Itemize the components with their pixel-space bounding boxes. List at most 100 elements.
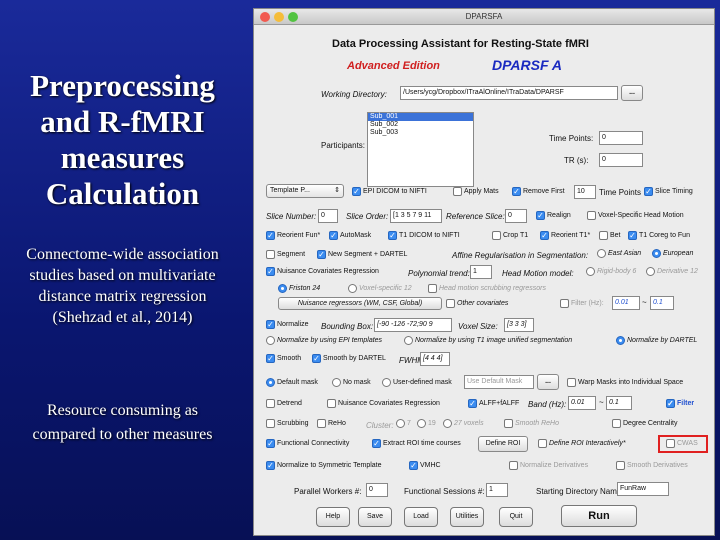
voxel-specific-radio[interactable]: Voxel-specific 12 bbox=[348, 284, 412, 293]
define-roi-button[interactable]: Define ROI bbox=[478, 436, 528, 452]
new-segment-checkbox[interactable]: ✓ New Segment + DARTEL bbox=[317, 250, 407, 259]
cluster-19-radio[interactable]: 19 bbox=[417, 419, 436, 428]
mask-path-input[interactable]: Use Default Mask bbox=[464, 375, 534, 389]
smooth-checkbox[interactable]: ✓ Smooth bbox=[266, 354, 301, 363]
european-radio[interactable]: European bbox=[652, 249, 693, 258]
slice-timing-checkbox[interactable]: ✓ Slice Timing bbox=[644, 187, 693, 196]
realign-checkbox[interactable]: ✓ Realign bbox=[536, 211, 571, 220]
scrubbing-checkbox[interactable]: Scrubbing bbox=[266, 419, 309, 428]
radio-label: East Asian bbox=[608, 250, 642, 257]
user-mask-radio[interactable]: User-defined mask bbox=[382, 378, 452, 387]
tr-input[interactable]: 0 bbox=[599, 153, 643, 167]
nuisance-checkbox[interactable]: ✓ Nuisance Covariates Regression bbox=[266, 267, 379, 276]
warp-masks-checkbox[interactable]: Warp Masks into Individual Space bbox=[567, 378, 683, 387]
voxel-motion-checkbox[interactable]: Voxel-Specific Head Motion bbox=[587, 211, 684, 220]
normalize-epi-radio[interactable]: Normalize by using EPI templates bbox=[266, 336, 382, 345]
zoom-icon[interactable] bbox=[288, 12, 298, 22]
nuisance2-checkbox[interactable]: Nuisance Covariates Regression bbox=[327, 399, 440, 408]
list-item[interactable]: Sub_001 bbox=[368, 113, 473, 121]
reho-checkbox[interactable]: ReHo bbox=[317, 419, 346, 428]
band-high-input[interactable]: 0.1 bbox=[606, 396, 632, 410]
normalize-derivatives-checkbox[interactable]: Normalize Derivatives bbox=[509, 461, 588, 470]
run-button[interactable]: Run bbox=[561, 505, 637, 527]
smooth-dartel-checkbox[interactable]: ✓ Smooth by DARTEL bbox=[312, 354, 386, 363]
friston-radio[interactable]: Friston 24 bbox=[278, 284, 320, 293]
bet-checkbox[interactable]: Bet bbox=[599, 231, 621, 240]
smooth-reho-checkbox[interactable]: Smooth ReHo bbox=[504, 419, 559, 428]
derivative-radio[interactable]: Derivative 12 bbox=[646, 267, 698, 276]
check-icon: ✓ bbox=[329, 231, 338, 240]
segment-checkbox[interactable]: Segment bbox=[266, 250, 305, 259]
voxel-size-input[interactable]: [3 3 3] bbox=[504, 318, 534, 332]
bounding-box-input[interactable]: [-90 -126 -72;90 9 bbox=[374, 318, 452, 332]
east-asian-radio[interactable]: East Asian bbox=[597, 249, 641, 258]
no-mask-radio[interactable]: No mask bbox=[332, 378, 371, 387]
normalize-dartel-radio[interactable]: Normalize by DARTEL bbox=[616, 336, 697, 345]
normalize-t1-radio[interactable]: Normalize by using T1 image unified segm… bbox=[404, 336, 572, 345]
check-icon: ✓ bbox=[266, 439, 275, 448]
checkbox-label: Head motion scrubbing regressors bbox=[439, 285, 546, 292]
normalize-checkbox[interactable]: ✓ Normalize bbox=[266, 320, 309, 329]
voxel-size-label: Voxel Size: bbox=[458, 322, 498, 331]
functional-sessions-input[interactable]: 1 bbox=[486, 483, 508, 497]
remove-first-checkbox[interactable]: ✓ Remove First bbox=[512, 187, 565, 196]
quit-button[interactable]: Quit bbox=[499, 507, 533, 527]
utilities-button[interactable]: Utilities bbox=[450, 507, 484, 527]
reorient-fun-checkbox[interactable]: ✓ Reorient Fun* bbox=[266, 231, 320, 240]
cluster-7-radio[interactable]: 7 bbox=[396, 419, 411, 428]
slice-order-input[interactable]: [1 3 5 7 9 11 bbox=[390, 209, 442, 223]
save-button[interactable]: Save bbox=[358, 507, 392, 527]
close-icon[interactable] bbox=[260, 12, 270, 22]
checkbox-label: Smooth by DARTEL bbox=[323, 355, 386, 362]
working-dir-browse-button[interactable]: ... bbox=[621, 85, 643, 101]
radio-icon bbox=[417, 419, 426, 428]
check-icon: ✓ bbox=[666, 399, 675, 408]
list-item[interactable]: Sub_002 bbox=[368, 121, 473, 129]
template-select[interactable]: Template P... ⇕ bbox=[266, 184, 344, 198]
reference-slice-input[interactable]: 0 bbox=[505, 209, 527, 223]
filter-low-input[interactable]: 0.01 bbox=[612, 296, 640, 310]
cluster-27-radio[interactable]: 27 voxels bbox=[443, 419, 484, 428]
mask-browse-button[interactable]: ... bbox=[537, 374, 559, 390]
t1-dicom-checkbox[interactable]: ✓ T1 DICOM to NIFTI bbox=[388, 231, 460, 240]
rigid-body-radio[interactable]: Rigid-body 6 bbox=[586, 267, 636, 276]
detrend-checkbox[interactable]: Detrend bbox=[266, 399, 302, 408]
smooth-derivatives-checkbox[interactable]: Smooth Derivatives bbox=[616, 461, 688, 470]
reorient-t1-checkbox[interactable]: ✓ Reorient T1* bbox=[540, 231, 590, 240]
nuisance-regressors-button[interactable]: Nuisance regressors (WM, CSF, Global) bbox=[278, 297, 442, 310]
filter-checkbox[interactable]: Filter (Hz): bbox=[560, 299, 604, 308]
crop-t1-checkbox[interactable]: Crop T1 bbox=[492, 231, 528, 240]
filter-high-input[interactable]: 0.1 bbox=[650, 296, 674, 310]
degree-centrality-checkbox[interactable]: Degree Centrality bbox=[612, 419, 677, 428]
functional-connectivity-checkbox[interactable]: ✓ Functional Connectivity bbox=[266, 439, 349, 448]
starting-dir-input[interactable]: FunRaw bbox=[617, 482, 669, 496]
list-item[interactable]: Sub_003 bbox=[368, 129, 473, 137]
minimize-icon[interactable] bbox=[274, 12, 284, 22]
working-dir-input[interactable]: /Users/ycg/Dropbox/ITraAlOnline/ITraData… bbox=[400, 86, 618, 100]
cwas-checkbox[interactable]: CWAS bbox=[666, 439, 698, 448]
time-points-input[interactable]: 0 bbox=[599, 131, 643, 145]
load-button[interactable]: Load bbox=[404, 507, 438, 527]
participants-list[interactable]: Sub_001 Sub_002 Sub_003 bbox=[367, 112, 474, 187]
extract-roi-checkbox[interactable]: ✓ Extract ROI time courses bbox=[372, 439, 461, 448]
automask-checkbox[interactable]: ✓ AutoMask bbox=[329, 231, 371, 240]
help-button[interactable]: Help bbox=[316, 507, 350, 527]
alff-checkbox[interactable]: ✓ ALFF+fALFF bbox=[468, 399, 519, 408]
parallel-workers-input[interactable]: 0 bbox=[366, 483, 388, 497]
band-filter-checkbox[interactable]: ✓ Filter bbox=[666, 399, 694, 408]
default-mask-radio[interactable]: Default mask bbox=[266, 378, 318, 387]
normalize-symmetric-checkbox[interactable]: ✓ Normalize to Symmetric Template bbox=[266, 461, 382, 470]
band-low-input[interactable]: 0.01 bbox=[568, 396, 596, 410]
t1-coreg-checkbox[interactable]: ✓ T1 Coreg to Fun bbox=[628, 231, 690, 240]
other-covariates-checkbox[interactable]: Other covariates bbox=[446, 299, 508, 308]
slice-number-input[interactable]: 0 bbox=[318, 209, 338, 223]
define-roi-interactive-checkbox[interactable]: Define ROI Interactively* bbox=[538, 439, 626, 448]
remove-first-input[interactable]: 10 bbox=[574, 185, 596, 199]
polynomial-input[interactable]: 1 bbox=[470, 265, 492, 279]
scrubbing-regressors-checkbox[interactable]: Head motion scrubbing regressors bbox=[428, 284, 546, 293]
apply-mats-checkbox[interactable]: Apply Mats bbox=[453, 187, 499, 196]
checkbox-icon bbox=[567, 378, 576, 387]
epi-dicom-checkbox[interactable]: ✓ EPI DICOM to NIFTI bbox=[352, 187, 427, 196]
fwhm-input[interactable]: [4 4 4] bbox=[420, 352, 450, 366]
vmhc-checkbox[interactable]: ✓ VMHC bbox=[409, 461, 441, 470]
